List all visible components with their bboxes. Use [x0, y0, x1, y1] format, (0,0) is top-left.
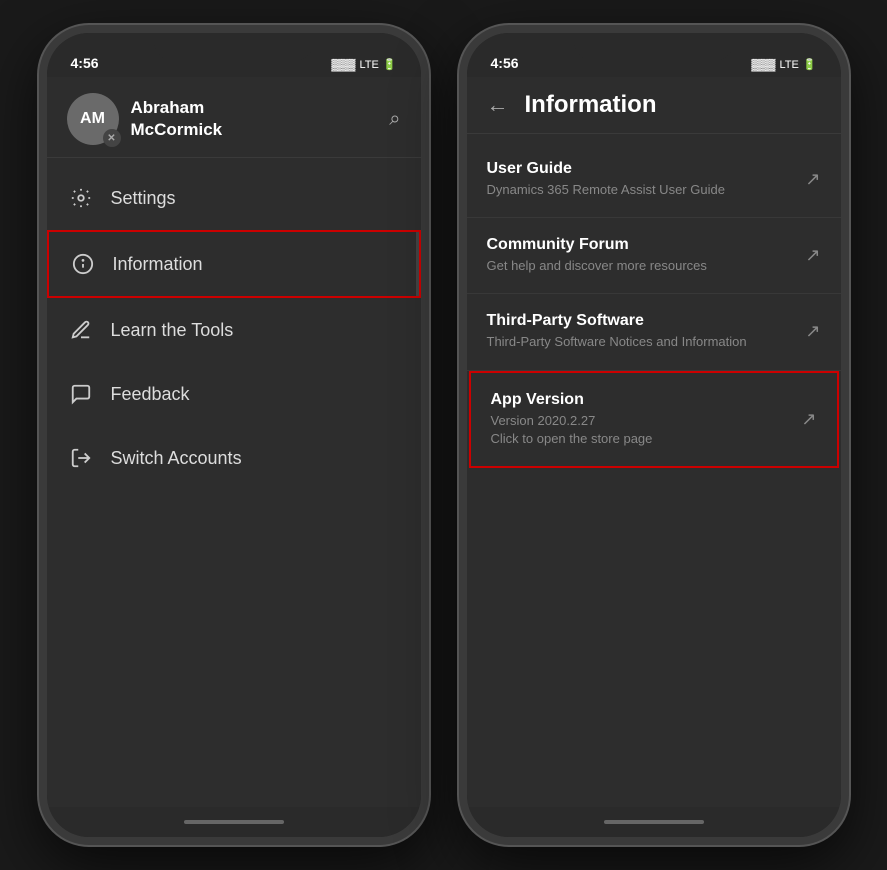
info-screen: ← Information User Guide Dynamics 365 Re…: [467, 77, 841, 807]
left-time: 4:56: [71, 55, 99, 71]
user-info: AM ✕ Abraham McCormick: [67, 93, 223, 145]
user-name: Abraham McCormick: [131, 97, 223, 141]
community-forum-external-icon: ↗︎: [805, 245, 820, 266]
info-item-third-party[interactable]: Third-Party Software Third-Party Softwar…: [467, 294, 841, 370]
right-time: 4:56: [491, 55, 519, 71]
info-item-community-forum[interactable]: Community Forum Get help and discover mo…: [467, 218, 841, 294]
left-phone: 4:56 ▓▓▓ LTE 🔋 AM ✕ Abraham McCormick: [39, 25, 429, 845]
left-home-indicator: [47, 807, 421, 837]
avatar-badge: ✕: [103, 129, 121, 147]
feedback-icon: [67, 380, 95, 408]
app-version-subtitle: Version 2020.2.27 Click to open the stor…: [491, 412, 790, 448]
user-guide-text: User Guide Dynamics 365 Remote Assist Us…: [487, 160, 794, 199]
menu-header: AM ✕ Abraham McCormick ⌕: [47, 77, 421, 158]
community-forum-title: Community Forum: [487, 236, 794, 254]
menu-item-information[interactable]: Information: [47, 230, 421, 298]
left-status-icons: ▓▓▓ LTE 🔋: [331, 58, 396, 71]
user-name-block: Abraham McCormick: [131, 97, 223, 141]
right-status-icons: ▓▓▓ LTE 🔋: [751, 58, 816, 71]
info-list: User Guide Dynamics 365 Remote Assist Us…: [467, 134, 841, 807]
user-guide-title: User Guide: [487, 160, 794, 178]
settings-label: Settings: [111, 188, 176, 209]
community-forum-text: Community Forum Get help and discover mo…: [487, 236, 794, 275]
right-phone-content: ← Information User Guide Dynamics 365 Re…: [467, 77, 841, 807]
right-lte-label: LTE: [779, 59, 798, 71]
back-button[interactable]: ←: [487, 92, 509, 118]
signal-icon: ▓▓▓: [331, 59, 355, 71]
avatar: AM ✕: [67, 93, 119, 145]
pencil-icon: [67, 316, 95, 344]
info-item-user-guide[interactable]: User Guide Dynamics 365 Remote Assist Us…: [467, 142, 841, 218]
menu-items: Settings Information: [47, 158, 421, 807]
left-phone-content: AM ✕ Abraham McCormick ⌕: [47, 77, 421, 807]
right-home-bar: [604, 820, 704, 824]
menu-item-learn-tools[interactable]: Learn the Tools: [47, 298, 421, 362]
search-button[interactable]: ⌕: [389, 108, 400, 131]
learn-tools-label: Learn the Tools: [111, 320, 234, 341]
community-forum-subtitle: Get help and discover more resources: [487, 257, 794, 275]
right-home-indicator: [467, 807, 841, 837]
battery-icon: 🔋: [383, 58, 397, 71]
third-party-title: Third-Party Software: [487, 312, 794, 330]
right-battery-icon: 🔋: [803, 58, 817, 71]
notch: [154, 33, 314, 61]
right-notch: [574, 33, 734, 61]
switch-icon: [67, 444, 95, 472]
menu-item-settings[interactable]: Settings: [47, 166, 421, 230]
app-version-text: App Version Version 2020.2.27 Click to o…: [491, 391, 790, 448]
user-guide-subtitle: Dynamics 365 Remote Assist User Guide: [487, 181, 794, 199]
menu-item-feedback[interactable]: Feedback: [47, 362, 421, 426]
switch-accounts-label: Switch Accounts: [111, 448, 242, 469]
third-party-text: Third-Party Software Third-Party Softwar…: [487, 312, 794, 351]
right-phone: 4:56 ▓▓▓ LTE 🔋 ← Information User Guide: [459, 25, 849, 845]
info-item-app-version[interactable]: App Version Version 2020.2.27 Click to o…: [469, 371, 839, 468]
gear-icon: [67, 184, 95, 212]
right-signal-icon: ▓▓▓: [751, 59, 775, 71]
feedback-label: Feedback: [111, 384, 190, 405]
info-icon: [69, 250, 97, 278]
third-party-external-icon: ↗︎: [805, 321, 820, 342]
info-header: ← Information: [467, 77, 841, 134]
app-version-external-icon: ↗︎: [801, 409, 816, 430]
home-bar: [184, 820, 284, 824]
user-guide-external-icon: ↗︎: [805, 169, 820, 190]
active-indicator: [416, 232, 419, 296]
info-page-title: Information: [525, 91, 657, 119]
menu-item-switch-accounts[interactable]: Switch Accounts: [47, 426, 421, 490]
information-label: Information: [113, 254, 203, 275]
lte-label: LTE: [359, 59, 378, 71]
third-party-subtitle: Third-Party Software Notices and Informa…: [487, 333, 794, 351]
app-version-title: App Version: [491, 391, 790, 409]
menu-screen: AM ✕ Abraham McCormick ⌕: [47, 77, 421, 807]
